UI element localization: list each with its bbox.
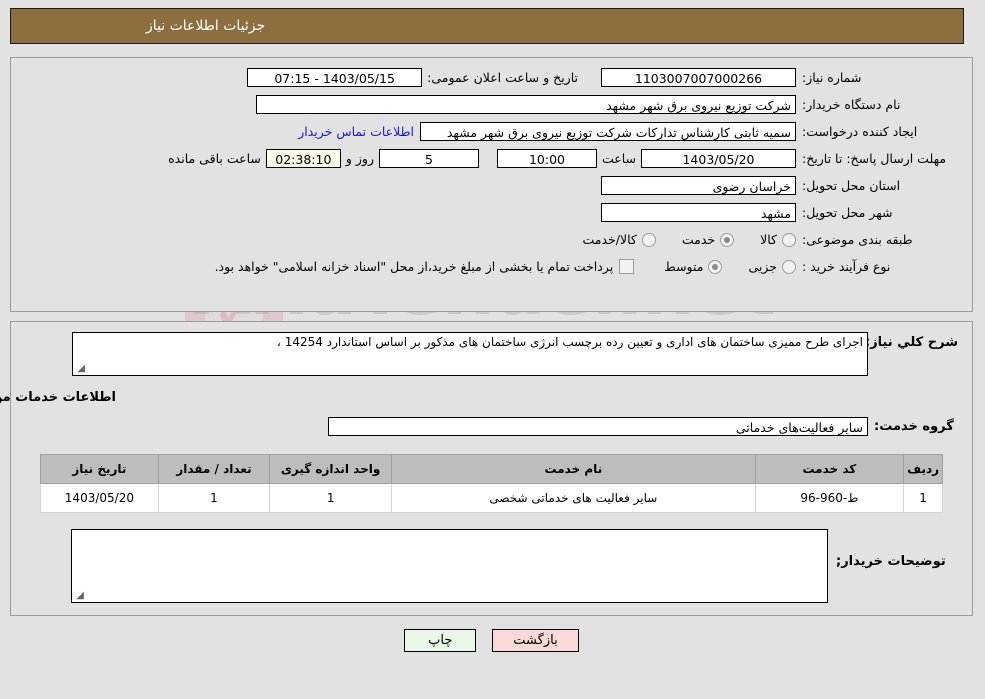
need-description-panel: شرح کلي نیاز: اجرای طرح ممیزی ساختمان ها…	[0, 321, 974, 616]
row-city: شهر محل تحویل: مشهد	[12, 201, 973, 224]
description-text: اجرای طرح ممیزی ساختمان های اداری و تعیی…	[278, 335, 864, 349]
th-unit: واحد اندازه گیری	[270, 454, 394, 484]
radio-icon[interactable]	[783, 259, 797, 274]
process-option-label: جزیی	[749, 259, 778, 274]
cell-unit: 1	[270, 483, 394, 513]
treasury-checkbox-item[interactable]: پرداخت تمام یا بخشی از مبلغ خرید،از محل …	[216, 259, 636, 274]
services-section-title: اطلاعات خدمات مورد نیاز	[0, 390, 117, 405]
category-option-label: خدمت	[682, 232, 717, 247]
process-type-label: نوع فرآیند خرید :	[803, 259, 892, 274]
deadline-date-field[interactable]: 1403/05/20	[642, 149, 797, 168]
row-buyer-org: نام دستگاه خریدار: شرکت توزیع نیروی برق …	[12, 93, 973, 116]
cell-radif: 1	[904, 483, 944, 513]
radio-icon[interactable]	[642, 232, 657, 247]
row-need-number: شماره نیاز: 1103007007000266 تاریخ و ساع…	[12, 66, 973, 89]
deadline-hour-field[interactable]: 10:00	[497, 149, 598, 168]
cell-need-date: 1403/05/20	[41, 483, 160, 513]
footer-actions: بازگشت چاپ	[0, 629, 985, 652]
process-radio-group: جزیی متوسط	[639, 259, 797, 274]
page-header-bar: جزئیات اطلاعات نیاز	[11, 8, 965, 44]
services-table: ردیف کد خدمت نام خدمت واحد اندازه گیری ت…	[41, 454, 944, 513]
category-radio-khedmat[interactable]: خدمت	[682, 232, 736, 247]
province-field[interactable]: خراسان رضوی	[602, 176, 797, 195]
process-radio-motavaset[interactable]: متوسط	[665, 259, 724, 274]
back-button[interactable]: بازگشت	[493, 629, 580, 652]
announce-datetime-field[interactable]: 1403/05/15 - 07:15	[248, 68, 424, 87]
row-service-group: گروه خدمت: سایر فعالیت‌های خدماتی	[12, 417, 973, 436]
buyer-org-field[interactable]: شرکت توزیع نیروی برق شهر مشهد	[257, 95, 797, 114]
table-header-row: ردیف کد خدمت نام خدمت واحد اندازه گیری ت…	[41, 454, 944, 484]
category-radio-kala[interactable]: کالا	[761, 232, 797, 247]
process-radio-jozii[interactable]: جزیی	[749, 259, 797, 274]
buyer-org-label: نام دستگاه خریدار:	[803, 97, 902, 112]
need-number-label: شماره نیاز:	[803, 70, 863, 85]
category-option-label: کالا/خدمت	[583, 232, 638, 247]
city-label: شهر محل تحویل:	[803, 205, 894, 220]
creator-label: ایجاد کننده درخواست:	[803, 124, 919, 139]
page-title: جزئیات اطلاعات نیاز	[147, 18, 267, 34]
remaining-days-label: روز و	[346, 151, 375, 166]
announce-datetime-label: تاریخ و ساعت اعلان عمومی:	[428, 70, 579, 85]
row-creator: ایجاد کننده درخواست: سمیه ثابتی کارشناس …	[12, 120, 973, 143]
row-deadline: مهلت ارسال پاسخ: تا تاریخ: 1403/05/20 سا…	[12, 147, 973, 170]
cell-service-name: سایر فعالیت های خدماتی شخصی	[392, 483, 757, 513]
treasury-checkbox-label: پرداخت تمام یا بخشی از مبلغ خرید،از محل …	[215, 259, 615, 274]
creator-field[interactable]: سمیه ثابتی کارشناس تدارکات شرکت توزیع نی…	[421, 122, 797, 141]
buyer-contact-link[interactable]: اطلاعات تماس خریدار	[293, 124, 421, 139]
radio-icon[interactable]	[783, 232, 797, 247]
service-group-label: گروه خدمت:	[875, 419, 955, 434]
table-row: 1 ط-960-96 سایر فعالیت های خدماتی شخصی 1…	[41, 483, 944, 513]
buyer-remarks-label: توضیحات خریدار;	[837, 554, 947, 569]
remaining-time-label: ساعت باقی مانده	[169, 151, 262, 166]
th-radif: ردیف	[904, 454, 944, 484]
deadline-label: مهلت ارسال پاسخ: تا تاریخ:	[803, 151, 948, 166]
th-service-code: کد خدمت	[755, 454, 906, 484]
row-category: طبقه بندی موضوعی: کالا خدمت کالا/خدمت	[12, 228, 973, 251]
process-option-label: متوسط	[665, 259, 705, 274]
radio-icon-selected[interactable]	[709, 259, 724, 274]
radio-icon-selected[interactable]	[721, 232, 736, 247]
need-number-field[interactable]: 1103007007000266	[602, 68, 797, 87]
row-province: استان محل تحویل: خراسان رضوی	[12, 174, 973, 197]
remaining-days-field[interactable]: 5	[379, 149, 480, 168]
th-quantity: تعداد / مقدار	[158, 454, 272, 484]
row-description: شرح کلي نیاز: اجرای طرح ممیزی ساختمان ها…	[12, 332, 973, 376]
resize-grip-icon[interactable]: ◢	[76, 364, 86, 374]
checkbox-icon[interactable]	[620, 259, 636, 274]
category-radio-kala-khedmat[interactable]: کالا/خدمت	[583, 232, 657, 247]
remaining-time-field[interactable]: 02:38:10	[266, 149, 342, 168]
description-label: شرح کلي نیاز:	[865, 335, 959, 350]
need-info-panel: شماره نیاز: 1103007007000266 تاریخ و ساع…	[11, 57, 974, 312]
province-label: استان محل تحویل:	[803, 178, 902, 193]
service-group-field[interactable]: سایر فعالیت‌های خدماتی	[329, 417, 869, 436]
resize-grip-icon[interactable]: ◢	[75, 591, 85, 601]
row-buyer-remarks: توضیحات خریدار; ◢	[12, 529, 973, 603]
cell-service-code: ط-960-96	[755, 483, 906, 513]
th-need-date: تاریخ نیاز	[41, 454, 160, 484]
category-label: طبقه بندی موضوعی:	[803, 232, 914, 247]
buyer-remarks-textarea[interactable]: ◢	[72, 529, 829, 603]
cell-quantity: 1	[158, 483, 272, 513]
th-service-name: نام خدمت	[392, 454, 757, 484]
city-field[interactable]: مشهد	[602, 203, 797, 222]
row-process-type: نوع فرآیند خرید : جزیی متوسط پرداخت تمام…	[12, 255, 973, 278]
description-textarea[interactable]: اجرای طرح ممیزی ساختمان های اداری و تعیی…	[73, 332, 869, 376]
print-button[interactable]: چاپ	[405, 629, 478, 652]
deadline-hour-label: ساعت	[602, 151, 637, 166]
page-root: جزئیات اطلاعات نیاز شماره نیاز: 11030070…	[0, 8, 985, 652]
category-radio-group: کالا خدمت کالا/خدمت	[557, 232, 797, 247]
category-option-label: کالا	[761, 232, 778, 247]
